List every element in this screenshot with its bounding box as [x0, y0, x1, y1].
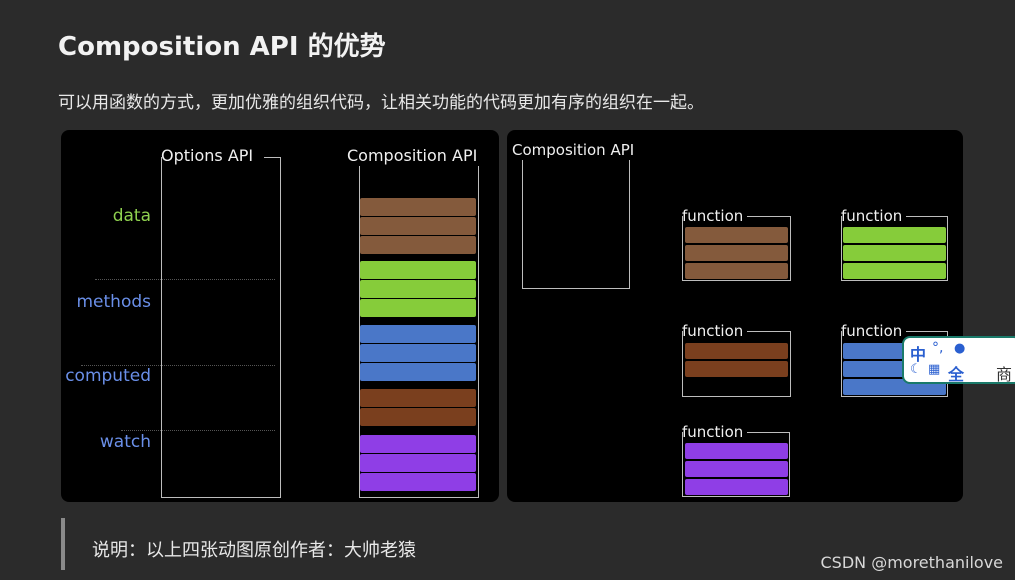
ime-toolbar[interactable]: 中 °, ● ☾ ▦ 全 商	[902, 336, 1015, 384]
watch-block	[360, 473, 476, 491]
watch-block	[360, 454, 476, 472]
composition-api-label-right: Composition API	[512, 141, 635, 159]
function-block	[685, 361, 788, 377]
watch-block	[360, 435, 476, 453]
watermark: CSDN @morethanilove	[820, 553, 1004, 572]
user-icon[interactable]: ●	[954, 341, 965, 356]
blockquote-bar	[61, 518, 65, 570]
separator	[81, 365, 275, 366]
options-api-frame	[161, 157, 281, 498]
function-block	[685, 343, 788, 359]
computed-block	[360, 325, 476, 343]
computed-block	[360, 363, 476, 381]
watch-block	[360, 389, 476, 407]
function-block	[685, 461, 788, 477]
function-block	[685, 263, 788, 279]
page-title: Composition API 的优势	[58, 32, 386, 62]
methods-block	[360, 280, 476, 298]
ime-fullwidth-toggle[interactable]: 全	[948, 361, 964, 385]
keyboard-icon[interactable]: ▦	[928, 362, 940, 377]
separator	[95, 279, 275, 280]
composition-api-label: Composition API	[347, 146, 478, 165]
function-block	[685, 443, 788, 459]
computed-block	[360, 344, 476, 362]
function-block	[685, 227, 788, 243]
row-label-computed: computed	[65, 366, 151, 386]
data-block	[360, 217, 476, 235]
intro-text: 可以用函数的方式，更加优雅的组织代码，让相关功能的代码更加有序的组织在一起。	[58, 93, 704, 113]
data-block	[360, 198, 476, 216]
composition-functions-figure: Composition API function function functi…	[507, 130, 963, 502]
methods-block	[360, 261, 476, 279]
note-text: 说明：以上四张动图原创作者：大帅老猿	[92, 540, 416, 561]
row-label-methods: methods	[76, 292, 151, 312]
row-label-watch: watch	[99, 432, 151, 452]
row-label-data: data	[112, 206, 151, 226]
function-block	[685, 245, 788, 261]
function-block	[843, 245, 946, 261]
function-block	[843, 227, 946, 243]
moon-icon[interactable]: ☾	[910, 362, 922, 377]
watch-block	[360, 408, 476, 426]
function-block	[685, 479, 788, 495]
options-vs-composition-figure: Options API Composition API data methods…	[61, 130, 499, 502]
methods-block	[360, 299, 476, 317]
data-block	[360, 236, 476, 254]
composition-api-frame-right	[522, 160, 630, 289]
ime-punctuation-toggle[interactable]: °,	[932, 340, 943, 356]
text-cursor-icon: I	[508, 92, 513, 111]
ime-extra[interactable]: 商	[996, 361, 1012, 385]
separator	[121, 430, 275, 431]
function-block	[843, 263, 946, 279]
